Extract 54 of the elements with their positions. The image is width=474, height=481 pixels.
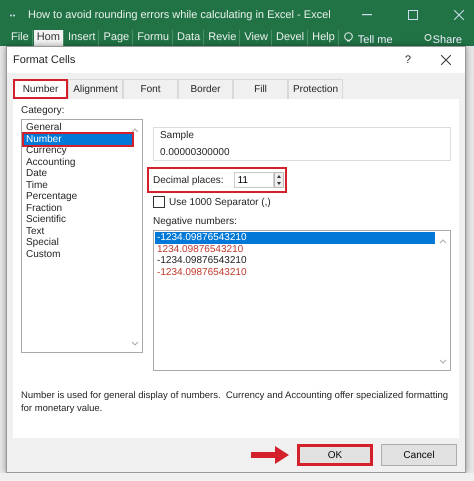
number-format-text: -1234.09876543210 (157, 266, 247, 278)
category-item[interactable]: Scientific (24, 214, 132, 226)
dialog-tab[interactable]: Protection (288, 79, 343, 99)
category-item[interactable]: Number (24, 134, 132, 145)
tell-me-field[interactable]: Tell me (358, 34, 393, 46)
negative-numbers-label: Negative numbers: (153, 216, 238, 227)
dialog-title: Format Cells (13, 54, 76, 66)
ok-button[interactable]: OK (297, 444, 373, 466)
category-item[interactable]: Currency (24, 145, 132, 156)
number-format-text: 1234.09876543210 (157, 244, 244, 254)
dialog-tab[interactable]: Alignment (68, 79, 123, 99)
negative-format-item[interactable]: -1234.09876543210 (155, 232, 435, 244)
category-item[interactable]: Time (24, 180, 132, 191)
maximize-icon[interactable] (408, 10, 418, 20)
scroll-down-icon[interactable] (130, 340, 140, 348)
category-item[interactable]: Text (24, 226, 132, 237)
quick-access-icon[interactable] (10, 14, 16, 16)
close-icon[interactable] (441, 55, 451, 65)
negative-format-item[interactable]: -1234.09876543210 (155, 255, 435, 266)
category-item[interactable]: Custom (24, 248, 132, 260)
number-format-text: -1234.09876543210 (157, 232, 247, 243)
negative-format-item[interactable]: -1234.09876543210 (155, 266, 435, 278)
description-text: Number is used for general display of numbers. Currency and Accounting offer specialized formatting for monetary value. (21, 389, 450, 415)
minimize-icon[interactable] (362, 14, 372, 16)
window-title: How to avoid rounding errors while calculating in Excel - Excel (28, 9, 331, 21)
help-button[interactable]: ? (404, 54, 411, 66)
sample-value: 0.00000300000 (160, 147, 231, 158)
number-format-text: -1234.09876543210 (157, 255, 247, 266)
sample-label: Sample (160, 130, 195, 141)
dialog-tab[interactable]: Number (13, 79, 68, 99)
negative-numbers-list[interactable]: -1234.09876543210 1234.09876543210 -1234.09876543210 -1234.09876543210 (153, 230, 451, 371)
ribbon-tab[interactable]: Hom (34, 30, 64, 46)
category-item[interactable]: Date (24, 168, 132, 180)
lightbulb-icon[interactable] (344, 32, 353, 44)
category-label: Category: (21, 105, 66, 116)
category-item[interactable]: General (24, 122, 132, 134)
dialog-tab[interactable]: Fill (233, 79, 288, 99)
category-item[interactable]: Fraction (24, 202, 132, 214)
decimal-places-label: Decimal places: (153, 174, 224, 186)
scroll-down-icon[interactable] (438, 358, 448, 366)
category-item[interactable]: Percentage (24, 191, 132, 202)
separator-label: Use 1000 Separator (,) (169, 196, 271, 208)
dialog-tab[interactable]: Font (123, 79, 178, 99)
category-item[interactable]: Accounting (24, 156, 132, 168)
category-list[interactable]: General Number Currency Accounting Date Time Percentage Fraction Scientific Text Special Custom (21, 119, 143, 353)
category-item[interactable]: Special (24, 237, 132, 248)
negative-format-item[interactable]: 1234.09876543210 (155, 244, 435, 255)
dialog-tab[interactable]: Border (178, 79, 233, 99)
cancel-button[interactable]: Cancel (381, 444, 457, 466)
share-button[interactable]: Share (432, 34, 462, 46)
scroll-up-icon[interactable] (130, 126, 140, 134)
checkbox[interactable] (153, 196, 165, 208)
scroll-up-icon[interactable] (438, 237, 448, 245)
arrow-icon (251, 446, 289, 464)
